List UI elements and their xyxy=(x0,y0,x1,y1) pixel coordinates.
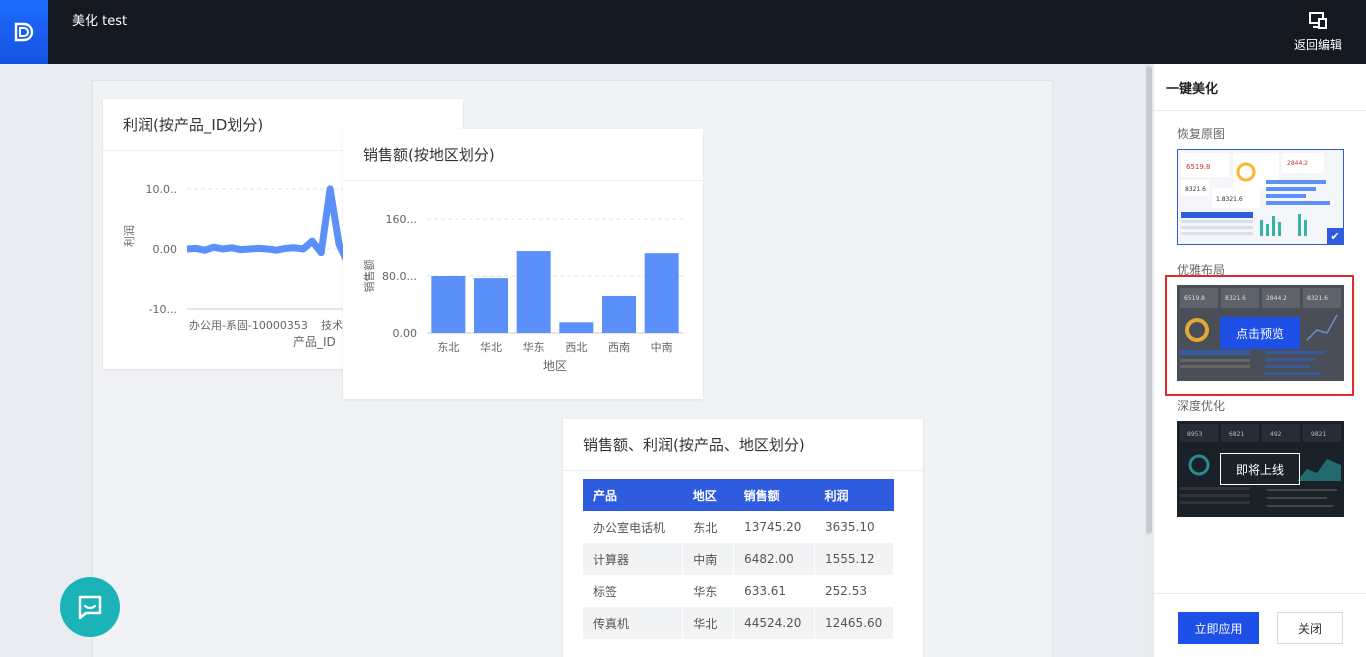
table-row: 传真机 华北 44524.20 12465.60 xyxy=(583,607,894,639)
bar-2 xyxy=(516,251,551,333)
sales-bar-chart: 160... 80.0... 0.00 东北 华北 华东 西北 西南 中南地区 销售额 xyxy=(362,213,683,373)
data-point-14 xyxy=(308,237,316,245)
column-header[interactable]: 产品 xyxy=(583,479,683,511)
x-tick-label: 中南 xyxy=(651,341,673,354)
y-axis-title: 利润 xyxy=(122,225,136,247)
beautify-panel: 一键美化 恢复原图 6519.8 2844.2 8321.6 1.8321.6 xyxy=(1153,64,1366,657)
bar-4 xyxy=(602,295,636,333)
option-label-restore: 恢复原图 xyxy=(1177,127,1226,141)
column-header[interactable]: 销售额 xyxy=(733,479,815,511)
table-cell: 1555.12 xyxy=(814,543,894,575)
top-bar: 美化 test 返回编辑 xyxy=(0,0,1366,64)
thumb-number: 1.8321.6 xyxy=(1216,196,1243,203)
bar-1 xyxy=(474,278,508,333)
y-tick-label: 160... xyxy=(386,213,418,226)
table-cell: 252.53 xyxy=(814,575,894,607)
preview-button[interactable]: 点击预览 xyxy=(1220,317,1300,349)
table-cell: 计算器 xyxy=(583,543,684,575)
table-cell: 6482.00 xyxy=(733,543,816,575)
table-cell: 东北 xyxy=(682,511,735,543)
selected-check-icon: ✔ xyxy=(1327,228,1343,244)
table-header-row: 产品 地区 销售额 利润 xyxy=(583,479,894,511)
column-header[interactable]: 地区 xyxy=(682,479,734,511)
thumb-number: 2844.2 xyxy=(1266,295,1287,302)
x-tick-label: 华北 xyxy=(480,340,502,354)
sales-chart-title: 销售额(按地区划分) xyxy=(343,129,703,181)
thumbnail-deep-optimize[interactable]: 8953 6821 492 9821 即将上线 xyxy=(1177,421,1344,517)
back-to-edit-button[interactable]: 返回编辑 xyxy=(1292,12,1344,53)
back-to-edit-label: 返回编辑 xyxy=(1293,38,1342,52)
apply-now-button[interactable]: 立即应用 xyxy=(1178,612,1259,644)
table-cell: 12465.60 xyxy=(814,607,894,639)
x-tick-label: 西北 xyxy=(565,341,587,354)
data-point-17 xyxy=(335,240,343,248)
app-logo[interactable] xyxy=(0,0,48,64)
x-axis-title: 地区 xyxy=(543,359,567,373)
table-cell: 中南 xyxy=(682,543,735,575)
thumb-number: 6519.8 xyxy=(1184,295,1205,302)
y-tick-label: 80.0... xyxy=(382,270,417,283)
x-axis-title: 产品_ID xyxy=(293,335,336,349)
panel-footer: 立即应用 关闭 xyxy=(1154,593,1366,657)
x-tick-label: 东北 xyxy=(437,341,459,354)
table-cell: 标签 xyxy=(583,575,684,607)
thumbnail-restore-original[interactable]: 6519.8 2844.2 8321.6 1.8321.6 ✔ xyxy=(1177,149,1344,245)
bar-3 xyxy=(559,322,594,333)
table-cell: 633.61 xyxy=(733,575,816,607)
data-point-15 xyxy=(317,249,325,257)
monitor-icon xyxy=(1309,12,1327,29)
thumb-number: 8321.6 xyxy=(1225,295,1246,302)
canvas-scrollbar-thumb[interactable] xyxy=(1146,66,1152,534)
beautify-panel-title: 一键美化 xyxy=(1154,64,1366,111)
sales-profit-table: 产品 地区 销售额 利润 办公室电话机 东北 13745.20 3635.10 … xyxy=(583,479,894,639)
close-button[interactable]: 关闭 xyxy=(1277,612,1343,644)
thumb-number: 8953 xyxy=(1187,431,1202,438)
thumb-number: 8321.6 xyxy=(1307,295,1328,302)
thumb-number: 9821 xyxy=(1311,431,1326,438)
logo-icon xyxy=(14,22,34,42)
table-cell: 华北 xyxy=(682,607,735,639)
table-cell: 华东 xyxy=(682,575,735,607)
bar-5 xyxy=(644,253,679,333)
y-tick-label: 0.00 xyxy=(153,243,178,256)
thumbnail-preview-image: 6519.8 2844.2 8321.6 1.8321.6 xyxy=(1181,153,1330,236)
coming-soon-button[interactable]: 即将上线 xyxy=(1220,453,1300,485)
thumb-number: 492 xyxy=(1270,431,1282,438)
option-label-deep: 深度优化 xyxy=(1177,399,1226,413)
bar-0 xyxy=(431,276,466,333)
table-cell: 44524.20 xyxy=(733,607,816,639)
table-cell: 3635.10 xyxy=(814,511,894,543)
chat-support-button[interactable] xyxy=(60,577,120,637)
thumb-number: 6519.8 xyxy=(1186,163,1211,171)
thumb-number: 8321.6 xyxy=(1185,186,1206,193)
table-card-title: 销售额、利润(按产品、地区划分) xyxy=(563,419,923,471)
dashboard-title: 美化 test xyxy=(72,14,128,29)
thumbnail-elegant-layout[interactable]: 6519.8 8321.6 2844.2 8321.6 点击预览 xyxy=(1177,285,1344,381)
column-header[interactable]: 利润 xyxy=(814,479,894,511)
sales-profit-table-card[interactable]: 销售额、利润(按产品、地区划分) 产品 地区 销售额 利润 办公室电话机 东北 … xyxy=(563,419,923,657)
x-tick-label: 技术 xyxy=(321,319,343,332)
y-tick-label: 10.0.. xyxy=(146,183,178,196)
table-cell: 传真机 xyxy=(583,607,684,639)
y-axis-title: 销售额 xyxy=(362,260,376,293)
table-row: 办公室电话机 东北 13745.20 3635.10 xyxy=(583,511,894,543)
y-tick-label: -10... xyxy=(149,303,177,316)
data-point-16 xyxy=(326,185,334,193)
sales-chart-card[interactable]: 销售额(按地区划分) 160... 80.0... 0.00 东北 华北 华东 西北 西南 中南… xyxy=(343,129,703,399)
y-tick-label: 0.00 xyxy=(393,327,418,340)
table-cell: 13745.20 xyxy=(733,511,816,543)
option-label-elegant: 优雅布局 xyxy=(1177,263,1226,277)
x-tick-label: 办公用-系固-10000353 xyxy=(189,319,308,332)
table-row: 计算器 中南 6482.00 1555.12 xyxy=(583,543,894,575)
thumb-number: 6821 xyxy=(1229,431,1244,438)
thumb-number: 2844.2 xyxy=(1287,160,1308,167)
chat-icon xyxy=(78,595,102,620)
x-tick-label: 西南 xyxy=(608,341,630,354)
table-cell: 办公室电话机 xyxy=(583,511,684,543)
table-row: 标签 华东 633.61 252.53 xyxy=(583,575,894,607)
x-tick-label: 华东 xyxy=(523,340,545,354)
